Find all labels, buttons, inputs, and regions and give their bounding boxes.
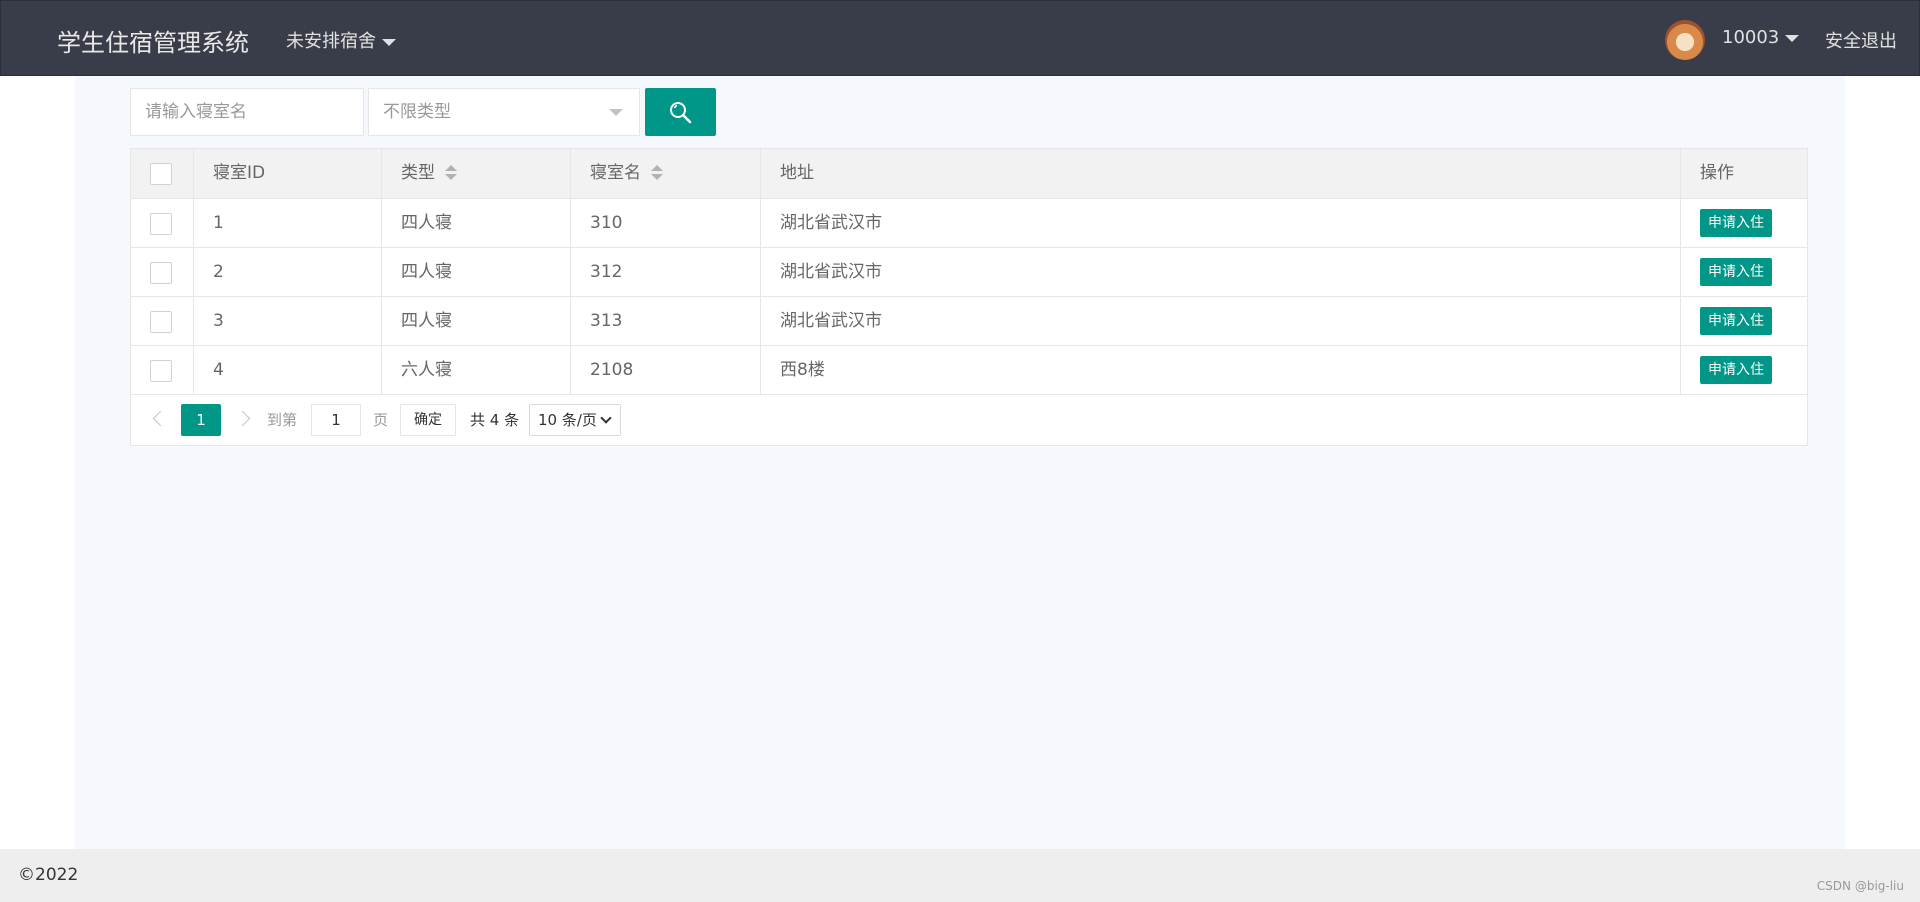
- goto-page-input[interactable]: [311, 404, 361, 436]
- caret-down-icon: [382, 38, 396, 46]
- apply-checkin-button[interactable]: 申请入住: [1700, 209, 1772, 237]
- unassigned-dorm-dropdown[interactable]: 未安排宿舍: [286, 27, 396, 53]
- caret-down-icon: [1785, 34, 1800, 42]
- page-size-select[interactable]: 10 条/页: [529, 404, 621, 436]
- table-row: 1 四人寝 310 湖北省武汉市 申请入住: [131, 198, 1807, 247]
- column-header-dorm-id: 寝室ID: [193, 149, 381, 198]
- table-header-row: 寝室ID 类型 寝室名 地址 操作: [131, 149, 1807, 198]
- dorm-type-select[interactable]: 不限类型: [368, 88, 640, 136]
- table-row: 3 四人寝 313 湖北省武汉市 申请入住: [131, 296, 1807, 345]
- cell-dorm-name: 2108: [570, 346, 760, 394]
- column-header-actions: 操作: [1680, 149, 1807, 198]
- table-row: 2 四人寝 312 湖北省武汉市 申请入住: [131, 247, 1807, 296]
- cell-type: 六人寝: [381, 346, 570, 394]
- dorm-type-select-value: 不限类型: [383, 102, 451, 122]
- cell-dorm-name: 312: [570, 248, 760, 296]
- sort-icon[interactable]: [445, 165, 457, 181]
- column-header-address: 地址: [760, 149, 1680, 198]
- cell-type: 四人寝: [381, 248, 570, 296]
- search-icon: [670, 102, 692, 124]
- cell-address: 湖北省武汉市: [760, 199, 1680, 247]
- cell-address: 湖北省武汉市: [760, 248, 1680, 296]
- pagination: 1 到第 页 确定 共 4 条 10 条/页: [131, 394, 1807, 445]
- top-navbar: 学生住宿管理系统 未安排宿舍 10003 安全退出: [0, 0, 1920, 76]
- column-header-dorm-name[interactable]: 寝室名: [570, 149, 760, 198]
- dorm-table: 寝室ID 类型 寝室名 地址 操作 1 四人寝 310 湖北省武汉市 申请入住 …: [130, 148, 1808, 446]
- table-row: 4 六人寝 2108 西8楼 申请入住: [131, 345, 1807, 394]
- cell-dorm-id: 4: [193, 346, 381, 394]
- sort-icon[interactable]: [651, 165, 663, 181]
- cell-dorm-id: 3: [193, 297, 381, 345]
- goto-label: 到第: [267, 411, 298, 429]
- cell-dorm-name: 313: [570, 297, 760, 345]
- row-checkbox[interactable]: [150, 311, 172, 333]
- user-id-label: 10003: [1722, 27, 1780, 48]
- footer: ©2022 CSDN @big-liu: [0, 849, 1920, 902]
- row-checkbox[interactable]: [150, 262, 172, 284]
- dorm-name-search-input[interactable]: [130, 88, 364, 136]
- search-button[interactable]: [645, 88, 716, 136]
- copyright-text: ©2022: [18, 865, 79, 885]
- column-header-type[interactable]: 类型: [381, 149, 570, 198]
- apply-checkin-button[interactable]: 申请入住: [1700, 258, 1772, 286]
- cell-address: 湖北省武汉市: [760, 297, 1680, 345]
- page-unit-label: 页: [373, 411, 389, 429]
- apply-checkin-button[interactable]: 申请入住: [1700, 356, 1772, 384]
- next-page-icon[interactable]: [237, 409, 251, 429]
- cell-dorm-name: 310: [570, 199, 760, 247]
- prev-page-icon[interactable]: [151, 409, 165, 429]
- cell-dorm-id: 1: [193, 199, 381, 247]
- page-1-button[interactable]: 1: [181, 404, 221, 436]
- cell-address: 西8楼: [760, 346, 1680, 394]
- user-menu-dropdown[interactable]: 10003: [1722, 27, 1800, 48]
- app-title: 学生住宿管理系统: [57, 29, 249, 57]
- chevron-down-icon: [600, 412, 612, 424]
- column-header-dorm-name-label: 寝室名: [590, 163, 641, 183]
- goto-confirm-button[interactable]: 确定: [400, 404, 456, 436]
- avatar[interactable]: [1665, 20, 1705, 60]
- caret-down-icon: [609, 109, 623, 116]
- cell-type: 四人寝: [381, 199, 570, 247]
- column-header-type-label: 类型: [401, 163, 435, 183]
- total-count: 共 4 条: [470, 411, 520, 429]
- cell-type: 四人寝: [381, 297, 570, 345]
- select-all-checkbox[interactable]: [150, 163, 172, 185]
- unassigned-dorm-label: 未安排宿舍: [286, 31, 376, 52]
- page-size-value: 10 条/页: [538, 411, 597, 429]
- apply-checkin-button[interactable]: 申请入住: [1700, 307, 1772, 335]
- logout-link[interactable]: 安全退出: [1825, 27, 1897, 53]
- cell-dorm-id: 2: [193, 248, 381, 296]
- row-checkbox[interactable]: [150, 213, 172, 235]
- watermark-text: CSDN @big-liu: [1816, 879, 1904, 893]
- row-checkbox[interactable]: [150, 360, 172, 382]
